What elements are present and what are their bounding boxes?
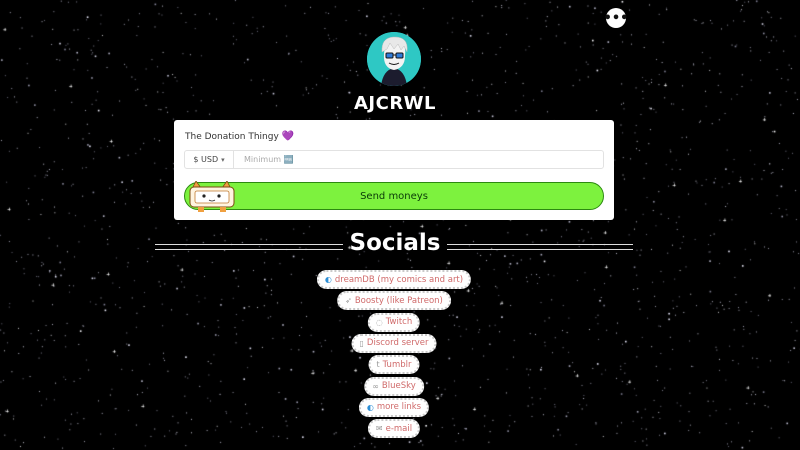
currency-select[interactable]: $ USD ▾ [185,151,234,168]
chevron-down-icon: ▾ [221,155,225,164]
socials-divider-left [155,244,343,250]
twitch-icon: ◌ [375,317,383,327]
avatar-image [367,32,421,86]
currency-label: $ USD [193,155,219,164]
donation-title-text: The Donation Thingy [185,132,279,142]
social-link-label: Discord server [366,338,429,349]
social-link-dreamdb[interactable]: ◐ dreamDB (my comics and art) [316,270,472,289]
amount-input[interactable] [234,150,603,169]
globe-icon: ◐ [324,275,332,284]
social-link-label: Twitch [385,317,413,328]
heart-icon: 💜 [281,131,295,142]
send-button-label: Send moneys [360,190,428,202]
socials-heading: Socials [349,230,441,256]
social-link-discord[interactable]: ▯ Discord server [351,333,437,353]
tumblr-icon: t [376,360,380,370]
social-link-label: Boosty (like Patreon) [354,295,443,306]
globe-icon: ◐ [366,402,374,412]
socials-divider-right [447,244,633,250]
discord-icon: ▯ [359,338,364,348]
amount-row: $ USD ▾ [184,150,604,169]
social-link-tumblr[interactable]: t Tumblr [368,355,420,375]
more-options-button[interactable]: ••• [604,8,628,28]
boosty-icon: ➶ [345,296,352,306]
social-link-bluesky[interactable]: ∞ BlueSky [364,376,424,396]
avatar [367,32,421,86]
social-link-label: more links [376,402,422,413]
donation-card: The Donation Thingy💜 $ USD ▾ Send moneys [174,120,614,220]
social-link-label: e-mail [385,423,413,434]
bluesky-icon: ∞ [372,381,379,391]
send-moneys-button[interactable]: Send moneys [184,182,604,210]
donation-title: The Donation Thingy 💜 [185,131,294,142]
mail-icon: ✉ [375,424,383,434]
social-link-twitch[interactable]: ◌ Twitch [367,312,421,332]
cat-mascot-icon [189,181,235,212]
social-link-boosty[interactable]: ➶ Boosty (like Patreon) [337,291,451,311]
social-link-label: Tumblr [382,359,412,370]
social-link-more[interactable]: ◐ more links [358,397,430,417]
profile-username: AJCRWL [353,93,437,114]
social-link-label: BlueSky [381,381,416,391]
social-link-label: dreamDB (my comics and art) [334,274,464,285]
social-link-email[interactable]: ✉ e-mail [367,419,421,439]
